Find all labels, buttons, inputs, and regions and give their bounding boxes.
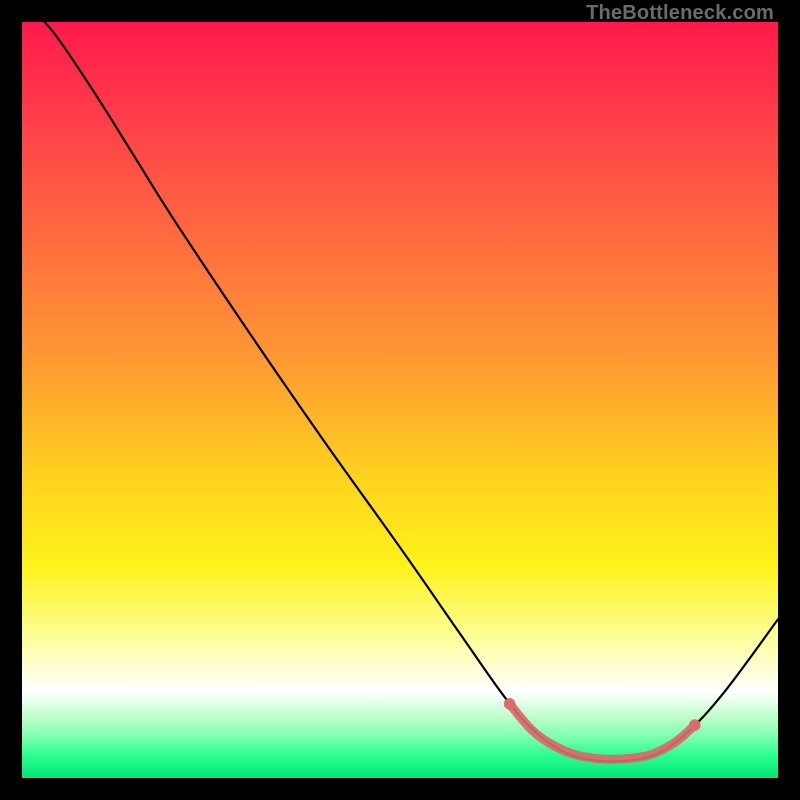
bottleneck-chart	[22, 22, 778, 778]
chart-plot-area	[22, 22, 778, 778]
highlight-endpoint	[504, 698, 516, 710]
highlight-endpoint	[689, 719, 701, 731]
gradient-background	[22, 22, 778, 778]
